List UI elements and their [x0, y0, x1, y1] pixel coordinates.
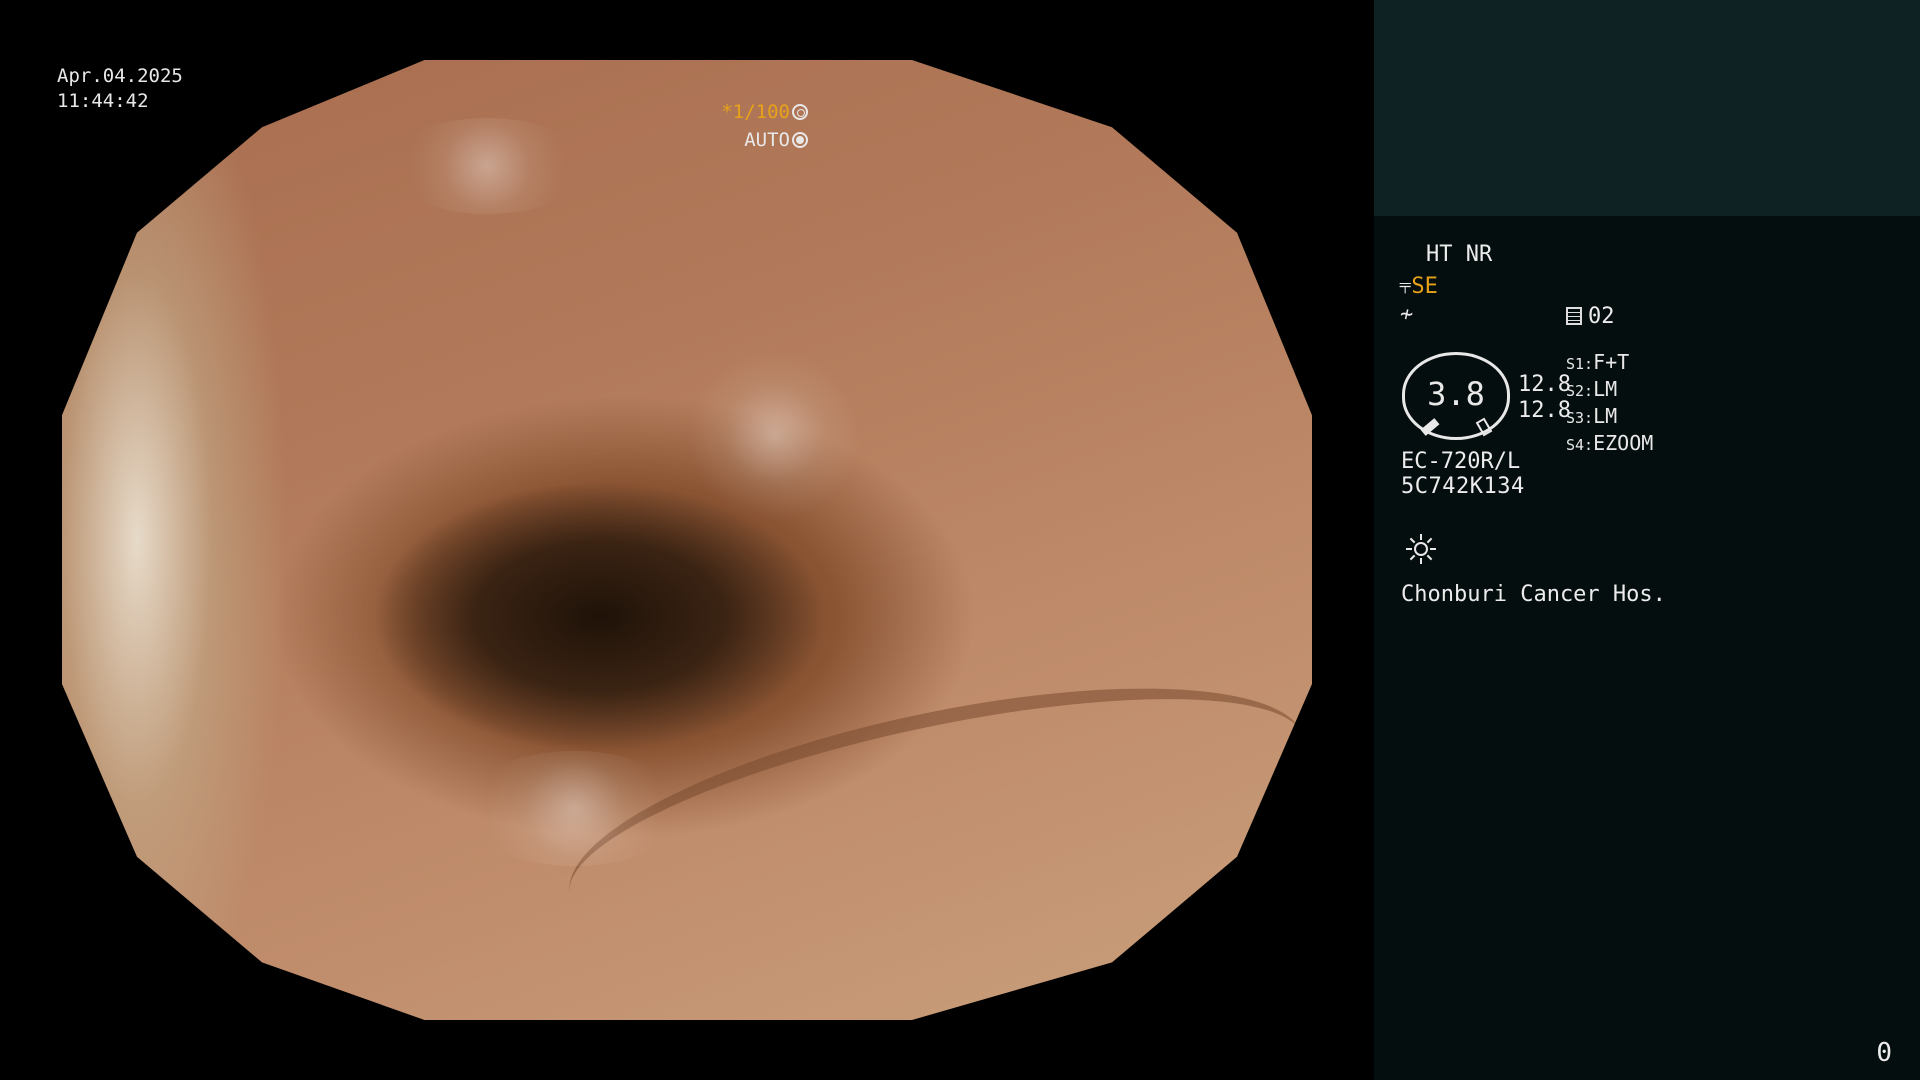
- sun-core: [1414, 542, 1428, 556]
- mode-icon: [792, 132, 808, 148]
- switch-item: S4:EZOOM: [1566, 431, 1653, 458]
- aperture-icon: [792, 104, 808, 120]
- switch-list: S1:F+T S2:LM S3:LM S4:EZOOM: [1566, 350, 1653, 458]
- info-panel: HT NR ⫧SE ≁ 02 3.8 12.8 12.8 S1:F+T S2:L…: [1374, 216, 1920, 1080]
- memory-count: 02: [1588, 304, 1615, 329]
- bubbles-cluster: [387, 117, 587, 214]
- scope-model: EC-720R/L: [1401, 449, 1521, 474]
- gauge-needle-icon: [1420, 418, 1440, 436]
- switch-value: F+T: [1593, 350, 1630, 374]
- scope-serial: 5C742K134: [1401, 474, 1525, 499]
- switch-value: EZOOM: [1593, 431, 1654, 455]
- switch-key: S1:: [1566, 355, 1594, 373]
- bubbles-cluster: [462, 751, 687, 867]
- endoscopic-view: [62, 60, 1312, 1020]
- switch-item: S2:LM: [1566, 377, 1653, 404]
- gauge-value: 3.8: [1427, 375, 1485, 413]
- info-panel-header: [1374, 0, 1920, 216]
- date-time-overlay: Apr.04.2025 11:44:42: [57, 64, 183, 114]
- hospital-name: Chonburi Cancer Hos.: [1401, 582, 1666, 607]
- switch-key: S2:: [1566, 382, 1594, 400]
- switch-value: LM: [1593, 377, 1618, 401]
- switch-item: S1:F+T: [1566, 350, 1653, 377]
- memory-icon: [1566, 307, 1582, 325]
- time-text: 11:44:42: [57, 90, 149, 112]
- gradation-icon: ≁: [1400, 302, 1414, 327]
- shutter-overlay: *1/100 AUTO: [721, 98, 808, 154]
- mode-line: HT NR: [1426, 242, 1493, 267]
- scale-top: 12.8: [1518, 372, 1571, 397]
- endoscope-image-area: Apr.04.2025 11:44:42 *1/100 AUTO: [0, 0, 1374, 1080]
- zoom-gauge: 3.8: [1402, 352, 1510, 440]
- scale-bottom: 12.8: [1518, 398, 1571, 423]
- switch-key: S3:: [1566, 409, 1594, 427]
- frame-counter: 0: [1876, 1038, 1892, 1068]
- switch-value: LM: [1593, 404, 1618, 428]
- enhance-row: ⫧SE: [1399, 274, 1438, 299]
- switch-key: S4:: [1566, 436, 1594, 454]
- memory-row: 02: [1566, 304, 1615, 329]
- enhance-label: SE: [1411, 274, 1438, 299]
- enhance-icon: ⫧: [1399, 274, 1412, 299]
- shutter-speed: *1/100: [721, 101, 790, 123]
- gauge-marker-icon: [1475, 417, 1493, 437]
- switch-item: S3:LM: [1566, 404, 1653, 431]
- date-text: Apr.04.2025: [57, 65, 183, 87]
- brightness-icon: [1406, 534, 1436, 564]
- exposure-mode: AUTO: [744, 129, 790, 151]
- bubbles-cluster: [687, 348, 862, 521]
